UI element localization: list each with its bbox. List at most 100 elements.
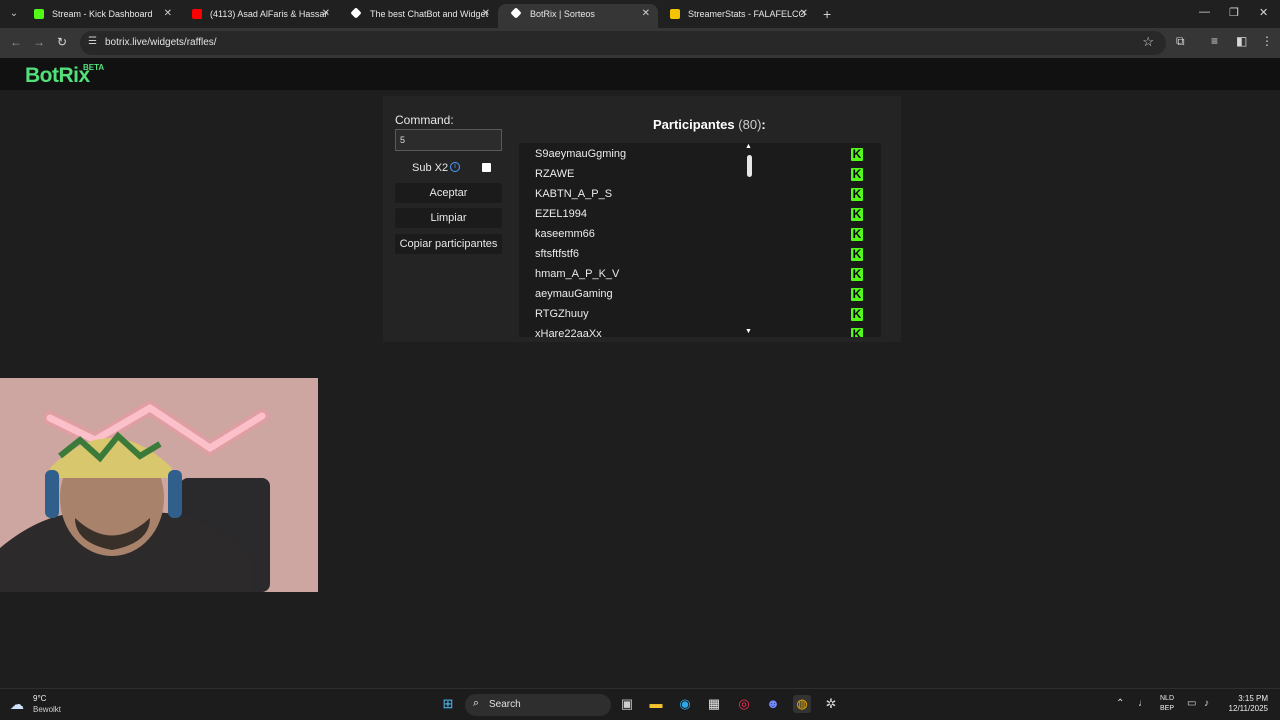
tab-label: StreamerStats - FALAFELCO Pro <box>688 9 806 19</box>
tab-botrix-sorteos[interactable]: BotRix | Sorteos ✕ <box>498 4 658 28</box>
bookmark-star-icon[interactable]: ☆ <box>1142 34 1154 50</box>
profile-icon[interactable]: ◧ <box>1236 34 1247 48</box>
windows-taskbar: ☁ 9°C Bewolkt ⊞ ⌕ Search ▣ ▬ ◉ ▦ ◎ ☻ ◍ ✲… <box>0 688 1280 720</box>
botrix-favicon-icon <box>510 7 522 19</box>
app-settings-icon[interactable]: ✲ <box>822 695 840 713</box>
kick-favicon-icon <box>34 9 44 19</box>
tab-label: The best ChatBot and Widgets <box>370 9 488 19</box>
beta-badge: BETA <box>83 63 105 72</box>
list-item: xHare22aaXx K <box>519 325 867 337</box>
edge-icon[interactable]: ◉ <box>676 695 694 713</box>
participant-name: xHare22aaXx <box>535 328 602 337</box>
site-info-icon[interactable]: ☰ <box>88 36 97 47</box>
media-control-icon[interactable]: ≡ <box>1211 34 1218 48</box>
command-label: Command: <box>395 113 454 127</box>
show-hidden-icons-icon[interactable]: ⌃ <box>1116 698 1124 709</box>
file-explorer-icon[interactable]: ▬ <box>647 695 665 713</box>
tab-close-icon[interactable]: ✕ <box>800 4 808 24</box>
raffle-panel: Command: 5 Sub X2 i Aceptar Limpiar Copi… <box>383 96 901 342</box>
participant-name: sftsftfstf6 <box>535 248 580 260</box>
tab-botrix-chatbot[interactable]: The best ChatBot and Widgets ✕ <box>338 4 498 28</box>
discord-icon[interactable]: ☻ <box>764 695 782 713</box>
tab-streamerstats[interactable]: StreamerStats - FALAFELCO Pro ✕ <box>656 4 816 28</box>
info-icon[interactable]: i <box>450 162 460 172</box>
list-item: KABTN_A_P_S K <box>519 185 867 205</box>
kick-icon: K <box>851 307 863 321</box>
minimize-icon[interactable]: — <box>1199 6 1210 18</box>
tab-label: (4113) Asad AlFaris & Hassan N <box>210 9 328 19</box>
back-icon[interactable]: ← <box>10 35 22 49</box>
clock-date: 12/11/2025 <box>1228 704 1268 713</box>
participant-name: RTGZhuuy <box>535 308 589 320</box>
cloudy-weather-icon[interactable]: ☁ <box>10 696 24 713</box>
language-indicator[interactable]: NLD BEP <box>1160 694 1174 714</box>
list-item: EZEL1994 K <box>519 205 867 225</box>
kick-icon: K <box>851 207 863 221</box>
participants-list[interactable]: S9aeymauGgming K RZAWE K KABTN_A_P_S K E… <box>519 143 881 337</box>
opera-gx-icon[interactable]: ◎ <box>735 695 753 713</box>
list-item: RTGZhuuy K <box>519 305 867 325</box>
accept-button[interactable]: Aceptar <box>395 183 502 203</box>
lang-code: NLD <box>1160 695 1175 702</box>
windows-start-icon[interactable]: ⊞ <box>439 695 457 713</box>
store-icon[interactable]: ▦ <box>705 695 723 713</box>
weather-temperature[interactable]: 9°C <box>33 694 46 703</box>
extensions-icon[interactable]: ⧉ <box>1176 34 1185 49</box>
close-window-icon[interactable]: ✕ <box>1259 6 1268 19</box>
tab-close-icon[interactable]: ✕ <box>164 4 172 24</box>
botrix-logo[interactable]: BotRix <box>25 64 90 88</box>
tab-label: Stream - Kick Dashboard <box>52 9 153 19</box>
kick-icon: K <box>851 227 863 241</box>
tab-close-icon[interactable]: ✕ <box>642 4 650 24</box>
address-bar[interactable]: ☰ botrix.live/widgets/raffles/ ☆ <box>80 31 1166 55</box>
system-clock[interactable]: 3:15 PM 12/11/2025 <box>1224 694 1268 714</box>
tab-youtube[interactable]: (4113) Asad AlFaris & Hassan N ✕ <box>178 4 338 28</box>
scrollbar-thumb[interactable] <box>747 155 752 177</box>
participants-count: (80) <box>738 117 762 132</box>
menu-kebab-icon[interactable]: ⋮ <box>1261 34 1273 48</box>
scroll-up-arrow-icon[interactable]: ▲ <box>745 143 752 150</box>
tab-close-icon[interactable]: ✕ <box>322 4 330 24</box>
botrix-favicon-icon <box>350 7 362 19</box>
browser-toolbar: ← → ↻ ☰ botrix.live/widgets/raffles/ ☆ ⧉… <box>0 28 1280 58</box>
list-item: hmam_A_P_K_V K <box>519 265 867 285</box>
microphone-icon[interactable]: ♩ <box>1138 698 1148 709</box>
taskbar-search[interactable]: ⌕ Search <box>465 694 611 716</box>
list-item: sftsftfstf6 K <box>519 245 867 265</box>
command-input[interactable]: 5 <box>395 129 502 151</box>
tab-kick-dashboard[interactable]: Stream - Kick Dashboard ✕ <box>20 4 180 28</box>
youtube-favicon-icon <box>192 9 202 19</box>
volume-icon[interactable]: ♪ <box>1204 698 1209 709</box>
new-tab-button[interactable]: + <box>823 6 831 22</box>
task-view-icon[interactable]: ▣ <box>618 695 636 713</box>
tab-strip: ⌄ Stream - Kick Dashboard ✕ (4113) Asad … <box>0 0 1280 28</box>
list-item: aeymauGaming K <box>519 285 867 305</box>
network-icon[interactable]: ▭ <box>1187 698 1196 709</box>
reload-icon[interactable]: ↻ <box>57 35 67 49</box>
participant-name: RZAWE <box>535 168 575 180</box>
tab-label: BotRix | Sorteos <box>530 9 595 19</box>
list-item: S9aeymauGgming K <box>519 145 867 165</box>
lang-layout: BEP <box>1160 705 1175 712</box>
weather-description[interactable]: Bewolkt <box>33 705 61 714</box>
streamerstats-favicon-icon <box>670 9 680 19</box>
url-text[interactable]: botrix.live/widgets/raffles/ <box>105 37 217 48</box>
participant-name: kaseemm66 <box>535 228 595 240</box>
clear-button[interactable]: Limpiar <box>395 208 502 228</box>
tab-close-icon[interactable]: ✕ <box>482 4 490 24</box>
participants-title-text: Participantes <box>653 117 735 132</box>
participant-name: S9aeymauGgming <box>535 148 627 160</box>
chrome-icon[interactable]: ◍ <box>793 695 811 713</box>
copy-participants-button[interactable]: Copiar participantes <box>395 234 502 254</box>
kick-icon: K <box>851 287 863 301</box>
participant-name: hmam_A_P_K_V <box>535 268 620 280</box>
scroll-down-arrow-icon[interactable]: ▼ <box>745 328 752 335</box>
restore-icon[interactable]: ❐ <box>1229 6 1239 19</box>
forward-icon[interactable]: → <box>33 35 45 49</box>
list-item: RZAWE K <box>519 165 867 185</box>
search-label: Search <box>489 699 521 710</box>
kick-icon: K <box>851 247 863 261</box>
kick-icon: K <box>851 167 863 181</box>
sub-x2-checkbox[interactable] <box>482 163 491 172</box>
kick-icon: K <box>851 328 863 337</box>
